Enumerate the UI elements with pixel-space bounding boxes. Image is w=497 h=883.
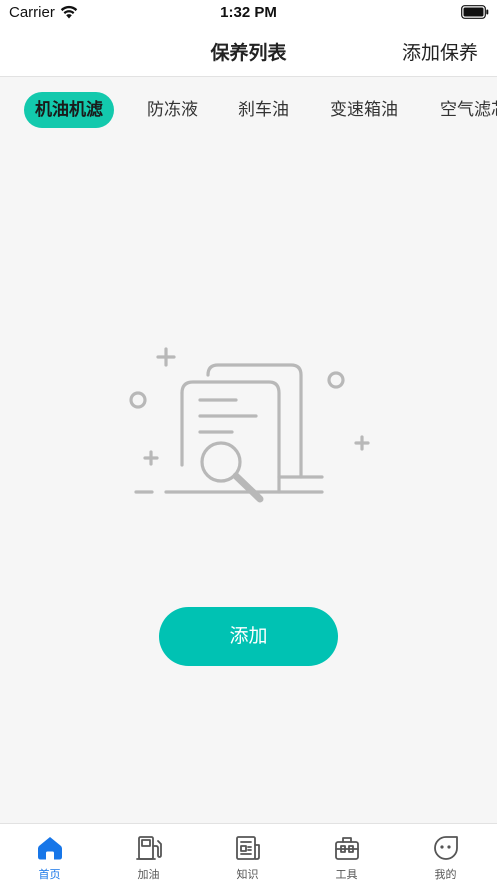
toolbox-icon [335,837,359,860]
newspaper-icon [236,836,260,860]
add-maintenance-button[interactable]: 添加保养 [402,38,478,65]
profile-face-icon [434,836,458,860]
tab-bar-label: 知识 [236,868,259,881]
add-button[interactable]: 添加 [159,607,338,666]
bottom-tab-bar: 首页 加油 知识 工具 我的 [0,823,497,883]
tab-bar-knowledge[interactable]: 知识 [198,824,297,883]
status-bar: Carrier 1:32 PM [0,0,497,26]
tab-bar-label: 工具 [335,868,358,881]
home-icon [38,837,62,860]
status-time: 1:32 PM [220,4,277,21]
tab-oil-filter[interactable]: 机油机滤 [24,92,114,128]
tab-bar-label: 我的 [434,868,457,881]
tab-bar-label: 加油 [137,868,160,881]
fuel-pump-icon [136,836,162,860]
tab-bar-fuel[interactable]: 加油 [99,824,198,883]
tab-transmission-oil[interactable]: 变速箱油 [330,92,398,128]
tab-bar-profile[interactable]: 我的 [396,824,495,883]
tab-antifreeze[interactable]: 防冻液 [147,92,198,128]
category-tabs: 机油机滤 防冻液 刹车油 变速箱油 空气滤芯 [0,90,497,130]
tab-brake-fluid[interactable]: 刹车油 [238,92,289,128]
battery-icon [461,5,489,19]
tab-bar-tools[interactable]: 工具 [297,824,396,883]
empty-list-illustration [129,347,370,503]
navigation-bar: 保养列表 添加保养 [0,26,497,77]
tab-bar-home[interactable]: 首页 [0,824,99,883]
tab-bar-label: 首页 [38,868,61,881]
tab-air-filter[interactable]: 空气滤芯 [440,92,497,128]
